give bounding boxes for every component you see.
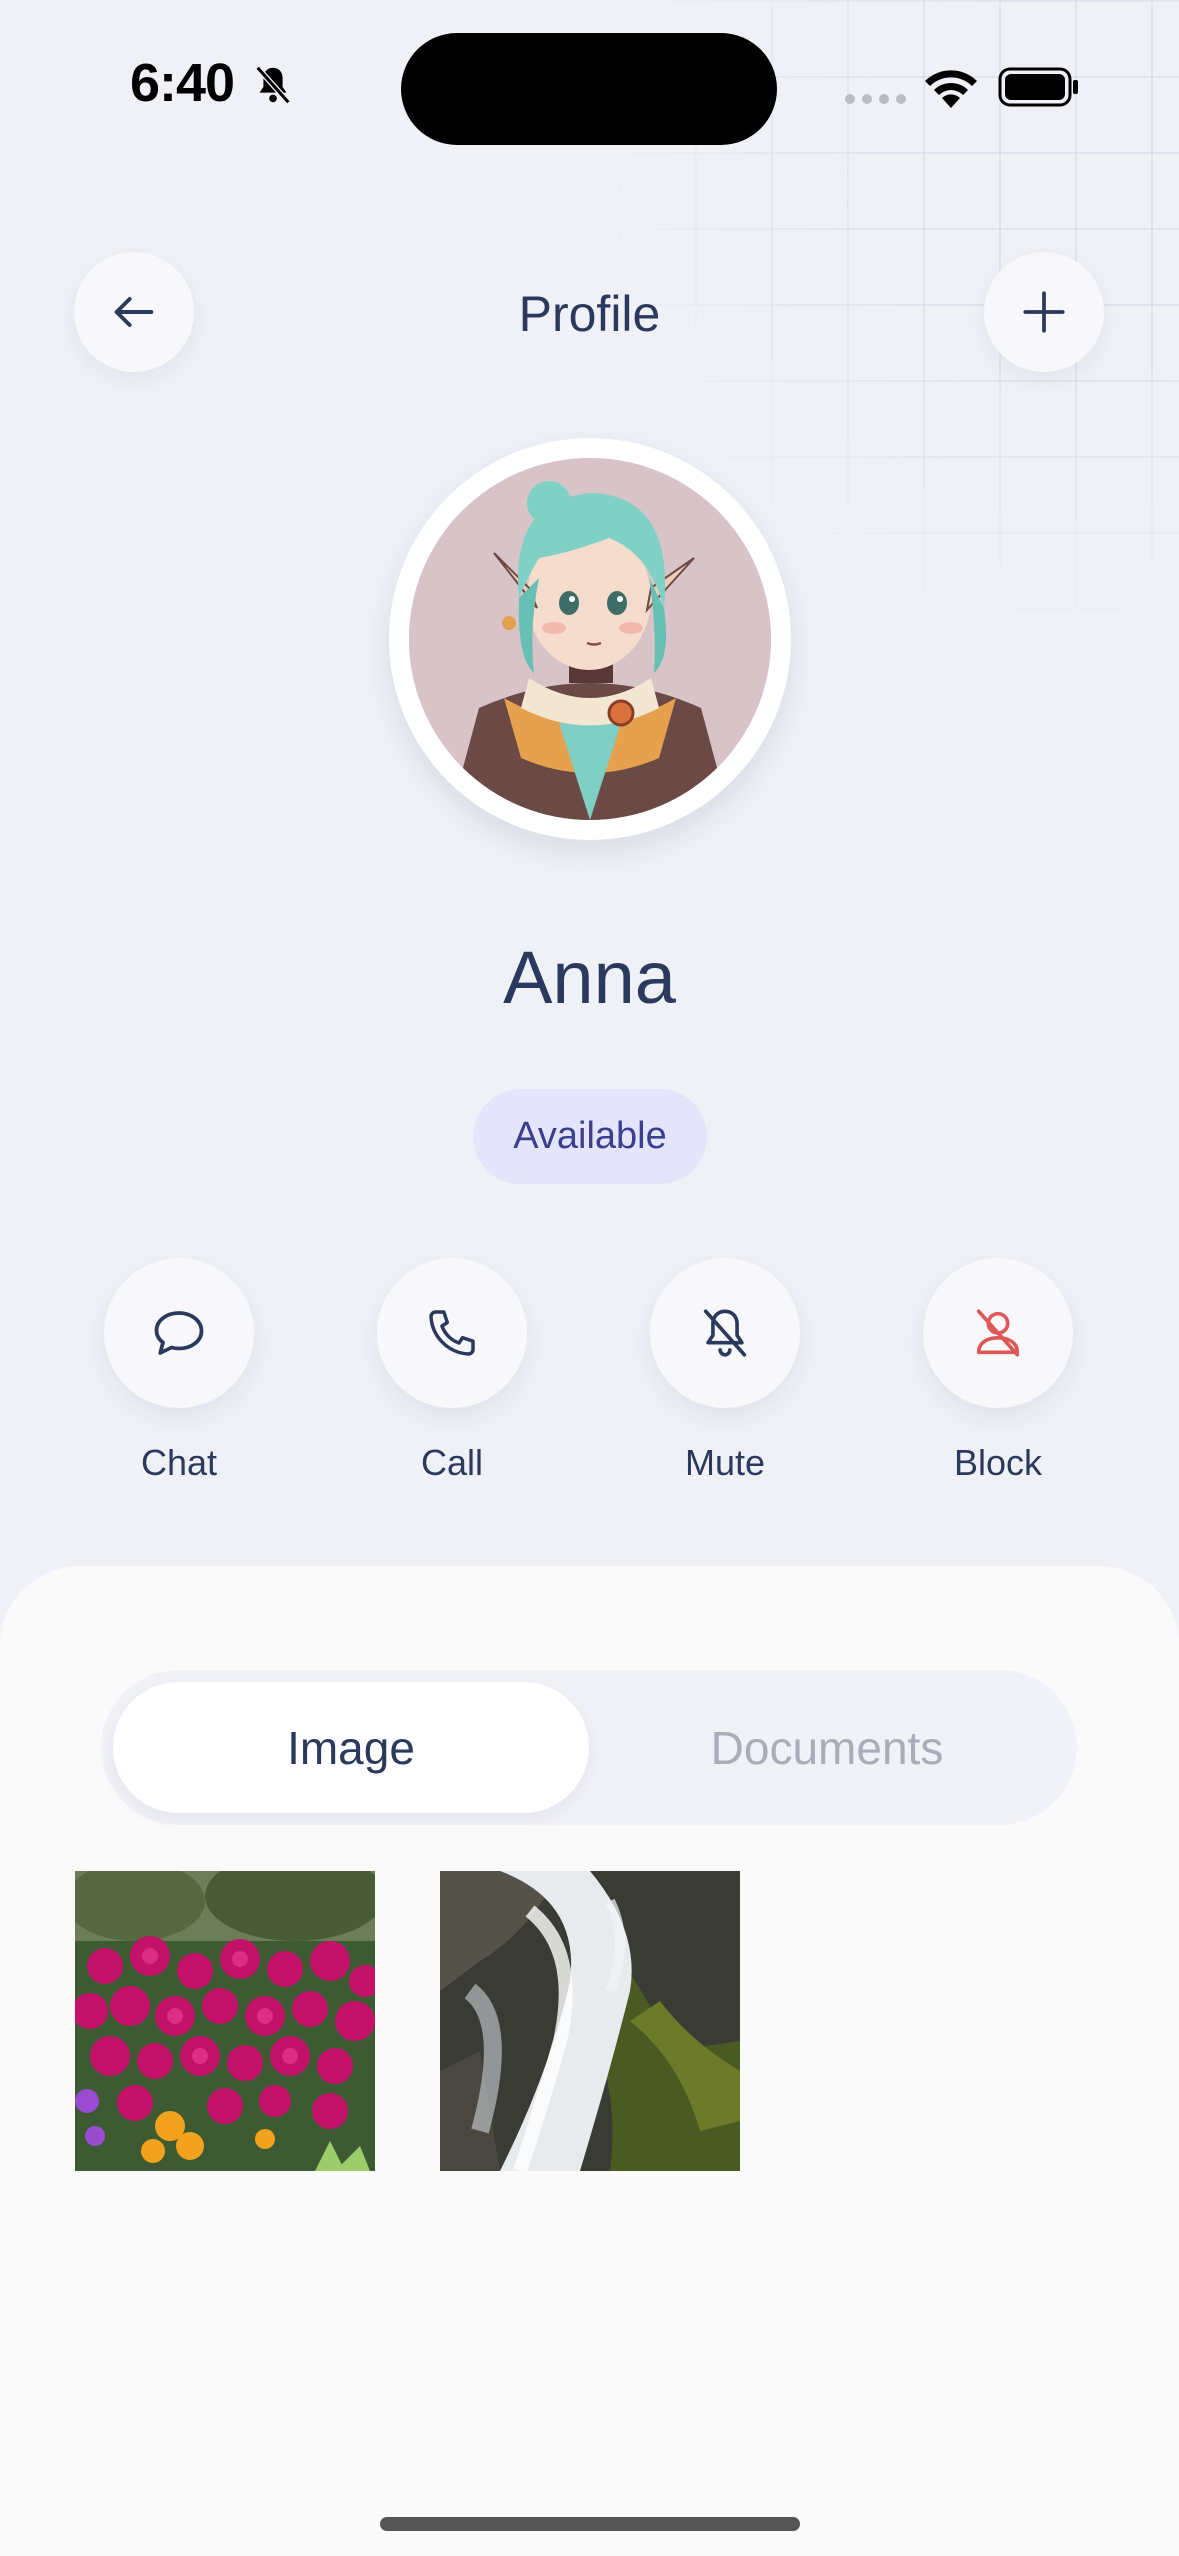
mute-label: Mute [684, 1442, 766, 1483]
status-time: 6:40 [130, 53, 235, 113]
chat-bubble-icon [154, 1311, 204, 1355]
plus-icon [1023, 291, 1065, 333]
media-thumbnail-flowers[interactable] [75, 1871, 375, 2171]
media-thumbnail-waterfall[interactable] [440, 1871, 740, 2171]
home-indicator[interactable] [380, 2517, 800, 2531]
call-button[interactable] [377, 1258, 527, 1408]
profile-name: Anna [503, 936, 676, 1019]
add-button[interactable] [984, 252, 1104, 372]
avatar-illustration [409, 458, 771, 820]
avatar-frame [389, 438, 791, 840]
dynamic-island [401, 33, 777, 145]
cellular-signal-icon [845, 94, 906, 104]
media-tabs: Image Documents [101, 1670, 1077, 1825]
battery-icon [998, 67, 1078, 107]
user-blocked-icon [976, 1309, 1020, 1357]
call-action[interactable]: Call [377, 1258, 527, 1483]
block-label: Block [953, 1442, 1043, 1483]
status-badge: Available [473, 1089, 707, 1184]
block-button[interactable] [923, 1258, 1073, 1408]
block-action[interactable]: Block [923, 1258, 1073, 1483]
avatar[interactable] [409, 458, 771, 820]
chat-action[interactable]: Chat [104, 1258, 254, 1483]
mute-button[interactable] [650, 1258, 800, 1408]
wifi-icon [925, 70, 977, 108]
tab-image[interactable]: Image [113, 1682, 589, 1813]
silent-mode-icon [255, 65, 291, 105]
chat-button[interactable] [104, 1258, 254, 1408]
tab-documents[interactable]: Documents [589, 1682, 1065, 1813]
call-label: Call [420, 1442, 483, 1483]
chat-label: Chat [140, 1442, 218, 1483]
phone-icon [429, 1310, 475, 1356]
mute-action[interactable]: Mute [650, 1258, 800, 1483]
waterfall-photo [440, 1871, 740, 2171]
bell-off-icon [703, 1309, 747, 1357]
flowers-photo [75, 1871, 375, 2171]
